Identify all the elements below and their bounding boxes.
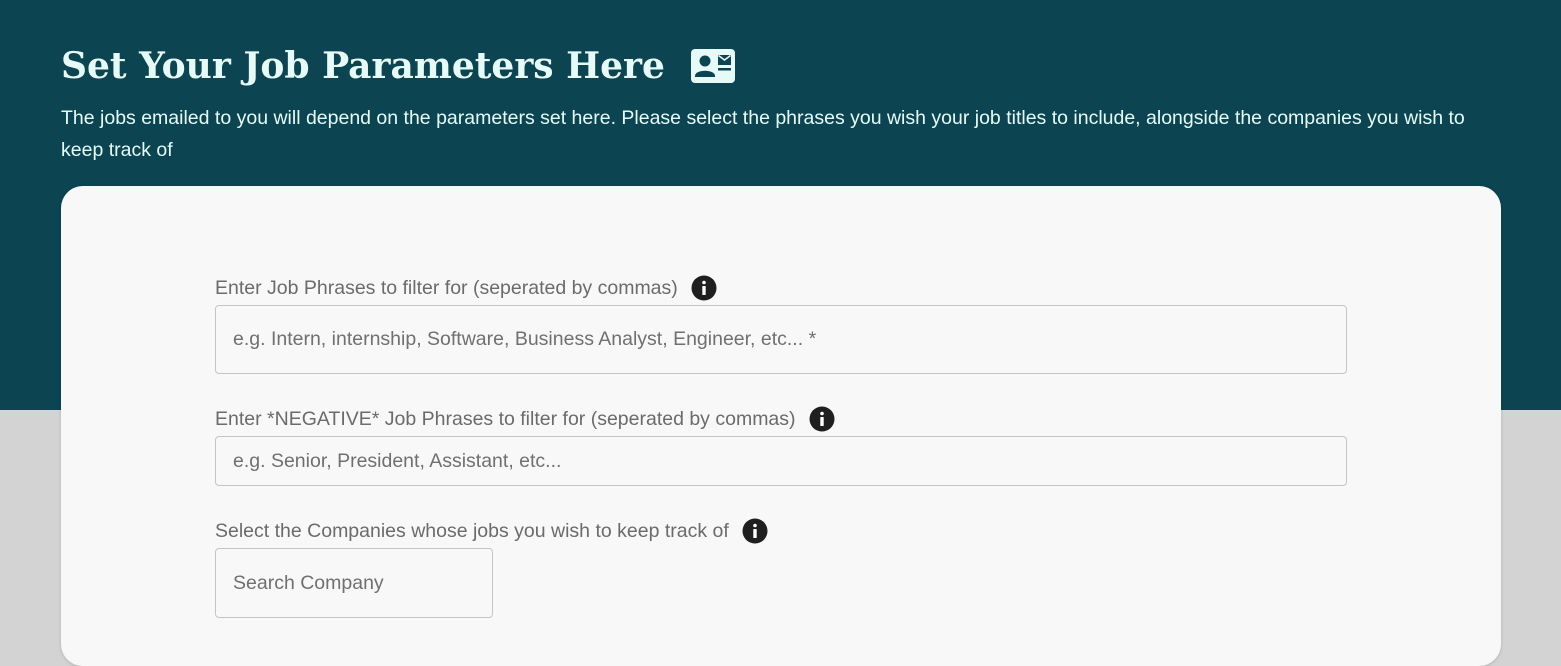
negative-phrases-label: Enter *NEGATIVE* Job Phrases to filter f…: [215, 406, 835, 432]
page-title: Set Your Job Parameters Here: [61, 45, 665, 87]
title-row: Set Your Job Parameters Here: [61, 40, 735, 92]
companies-label: Select the Companies whose jobs you wish…: [215, 518, 768, 544]
info-icon[interactable]: [691, 275, 717, 301]
info-icon[interactable]: [742, 518, 768, 544]
contact-mail-icon: [690, 49, 735, 83]
job-phrases-label: Enter Job Phrases to filter for (seperat…: [215, 275, 717, 301]
company-search-input[interactable]: Search Company: [215, 548, 493, 618]
page-subtitle: The jobs emailed to you will depend on t…: [61, 107, 1465, 161]
negative-phrases-label-text: Enter *NEGATIVE* Job Phrases to filter f…: [215, 407, 796, 430]
companies-label-text: Select the Companies whose jobs you wish…: [215, 519, 729, 542]
info-icon[interactable]: [809, 406, 835, 432]
job-phrases-input[interactable]: e.g. Intern, internship, Software, Busin…: [215, 305, 1347, 374]
negative-phrases-input[interactable]: e.g. Senior, President, Assistant, etc..…: [215, 436, 1347, 486]
job-phrases-label-text: Enter Job Phrases to filter for (seperat…: [215, 276, 678, 299]
parameters-card: Enter Job Phrases to filter for (seperat…: [61, 186, 1501, 666]
